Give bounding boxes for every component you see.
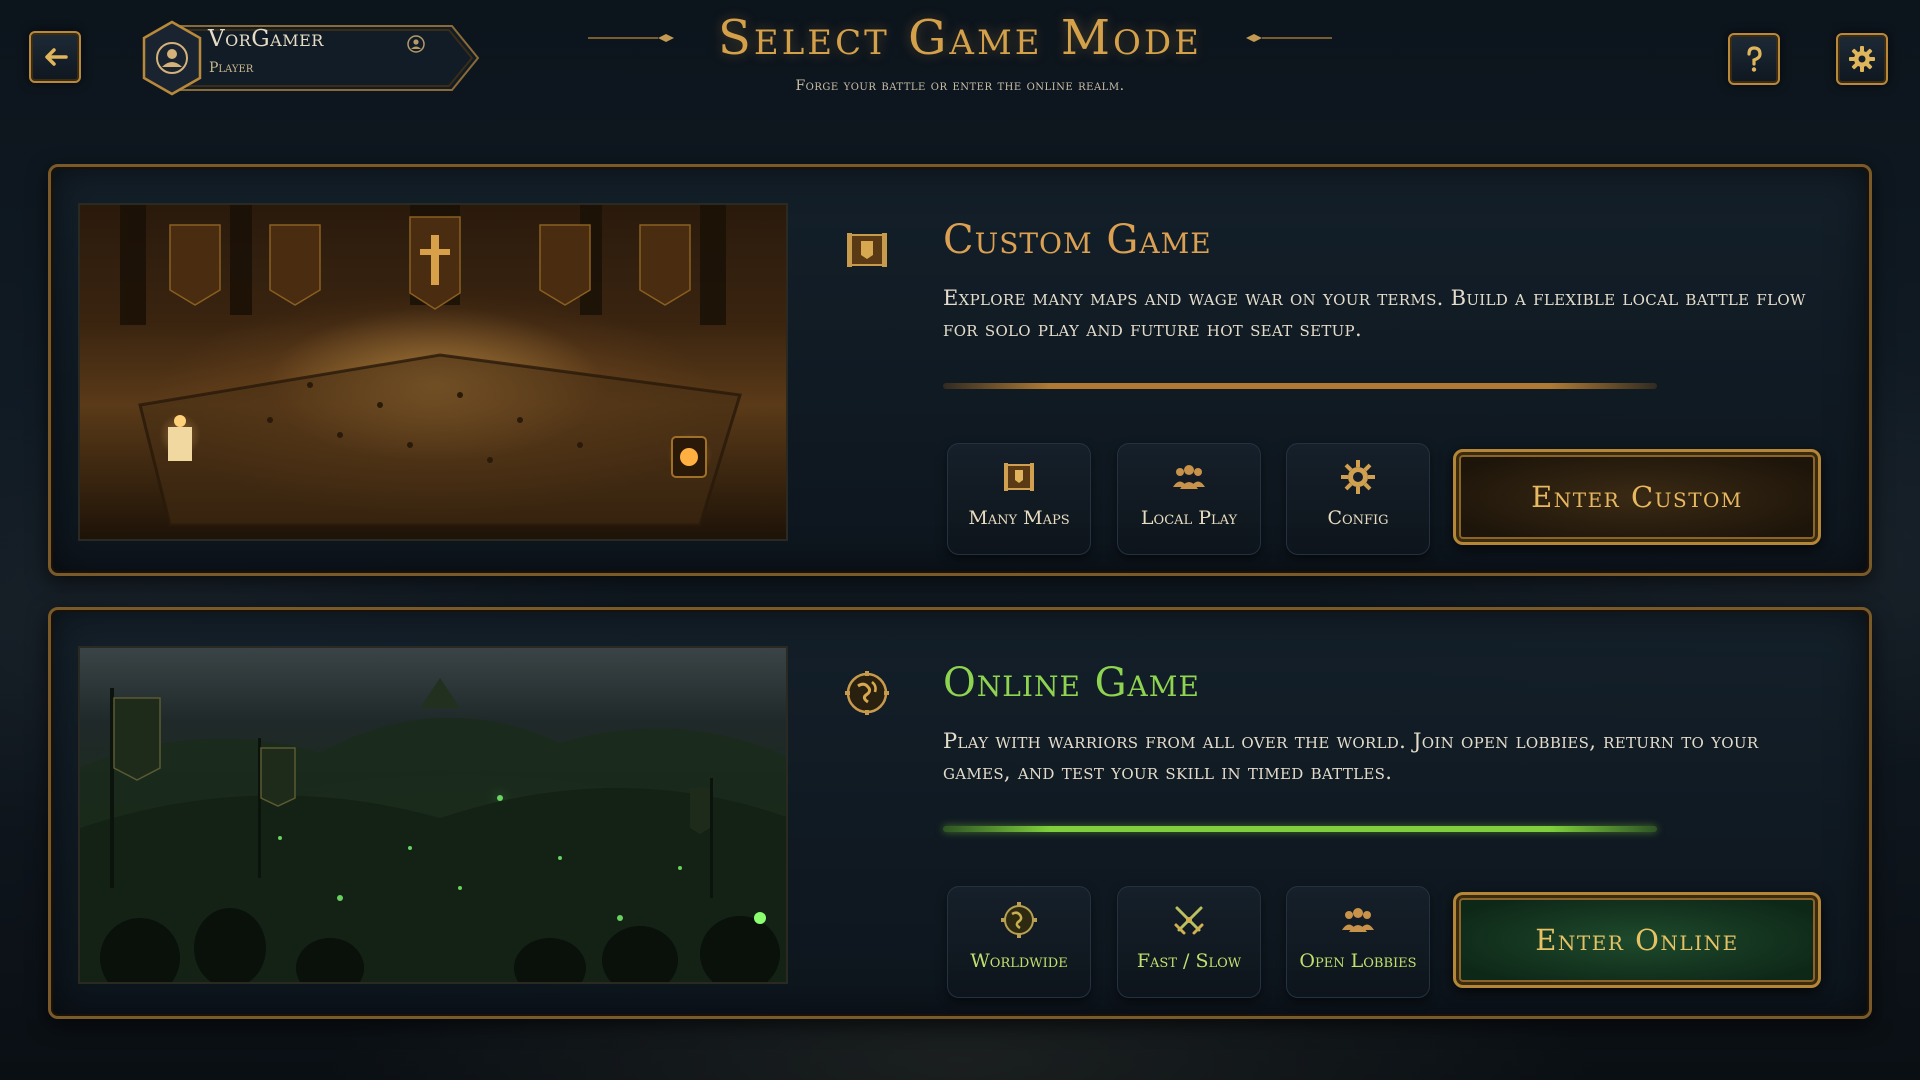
enter-custom-label: Enter Custom	[1531, 480, 1743, 514]
player-name: VorGamer	[208, 26, 324, 52]
feature-label: Worldwide	[970, 950, 1068, 972]
map-icon	[1004, 463, 1034, 491]
feature-many-maps: Many Maps	[947, 443, 1091, 555]
online-game-panel: Online Game Play with warriors from all …	[48, 607, 1872, 1019]
globe-icon	[1001, 902, 1037, 938]
group-icon	[1342, 908, 1374, 932]
online-game-description: Play with warriors from all over the wor…	[943, 729, 1759, 784]
feature-label: Local Play	[1140, 507, 1238, 529]
crossed-swords-icon	[1174, 906, 1204, 935]
player-role: Player	[209, 60, 254, 76]
feature-config: Config	[1286, 443, 1430, 555]
user-avatar-icon	[144, 30, 200, 86]
title-ornament-right	[1246, 34, 1332, 42]
enter-online-label: Enter Online	[1535, 923, 1739, 957]
custom-game-divider	[943, 383, 1657, 389]
feature-fast-slow: Fast / Slow	[1117, 886, 1261, 998]
arrow-left-icon	[45, 48, 68, 66]
group-icon	[1173, 465, 1205, 489]
settings-button[interactable]	[1836, 33, 1888, 85]
custom-game-title: Custom Game	[943, 217, 1212, 263]
map-banner-icon	[847, 233, 887, 267]
custom-game-artwork	[78, 203, 788, 541]
back-button[interactable]	[29, 31, 81, 83]
custom-game-description: Explore many maps and wage war on your t…	[943, 286, 1806, 341]
online-game-artwork	[78, 646, 788, 984]
feature-local-play: Local Play	[1117, 443, 1261, 555]
help-button[interactable]	[1728, 33, 1780, 85]
page-subtitle: Forge your battle or enter the online re…	[795, 78, 1125, 94]
online-game-divider	[943, 826, 1657, 832]
feature-label: Many Maps	[968, 507, 1070, 529]
custom-game-panel: Custom Game Explore many maps and wage w…	[48, 164, 1872, 576]
feature-worldwide: Worldwide	[947, 886, 1091, 998]
user-badge-icon	[407, 35, 425, 53]
globe-emblem-icon	[845, 671, 889, 715]
enter-online-button[interactable]: Enter Online	[1453, 892, 1821, 988]
feature-open-lobbies: Open Lobbies	[1286, 886, 1430, 998]
feature-label: Fast / Slow	[1136, 950, 1242, 972]
feature-label: Config	[1327, 507, 1389, 529]
online-game-title: Online Game	[943, 660, 1200, 706]
feature-label: Open Lobbies	[1299, 950, 1417, 972]
gear-icon	[1341, 460, 1375, 494]
question-mark-icon	[1747, 46, 1762, 72]
page-title: Select Game Mode	[718, 10, 1202, 66]
enter-custom-button[interactable]: Enter Custom	[1453, 449, 1821, 545]
gear-icon	[1849, 46, 1875, 72]
player-profile[interactable]: VorGamer Player	[134, 20, 482, 96]
